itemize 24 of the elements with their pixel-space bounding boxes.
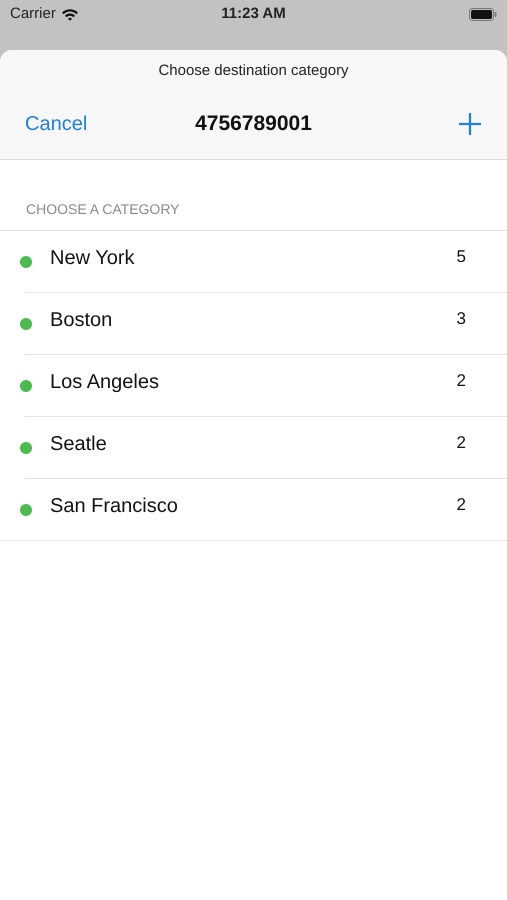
item-count: 3	[456, 308, 466, 330]
item-count: 2	[456, 370, 466, 392]
category-row[interactable]: San Francisco 2	[0, 479, 507, 540]
carrier-label: Carrier	[10, 4, 56, 24]
cancel-button[interactable]: Cancel	[25, 108, 135, 138]
category-name: Seatle	[50, 432, 107, 457]
sheet-subtitle: Choose destination category	[158, 60, 349, 81]
category-name: Los Angeles	[50, 370, 159, 395]
clock-time: 11:23 AM	[221, 4, 286, 24]
battery-icon	[468, 8, 497, 20]
category-row[interactable]: Boston 3	[0, 293, 507, 354]
category-row[interactable]: Los Angeles 2	[0, 355, 507, 416]
sheet-title: 4756789001	[195, 110, 312, 137]
item-count: 5	[456, 246, 466, 268]
section-header: CHOOSE A CATEGORY	[26, 201, 180, 217]
category-name: San Francisco	[50, 494, 178, 519]
category-name: Boston	[50, 308, 112, 333]
item-count: 2	[456, 494, 466, 516]
item-count: 2	[456, 432, 466, 454]
category-name: New York	[50, 246, 134, 271]
category-row[interactable]: Seatle 2	[0, 417, 507, 478]
category-row[interactable]: New York 5	[0, 231, 507, 292]
add-icon[interactable]	[458, 112, 482, 136]
wifi-icon	[60, 8, 79, 20]
